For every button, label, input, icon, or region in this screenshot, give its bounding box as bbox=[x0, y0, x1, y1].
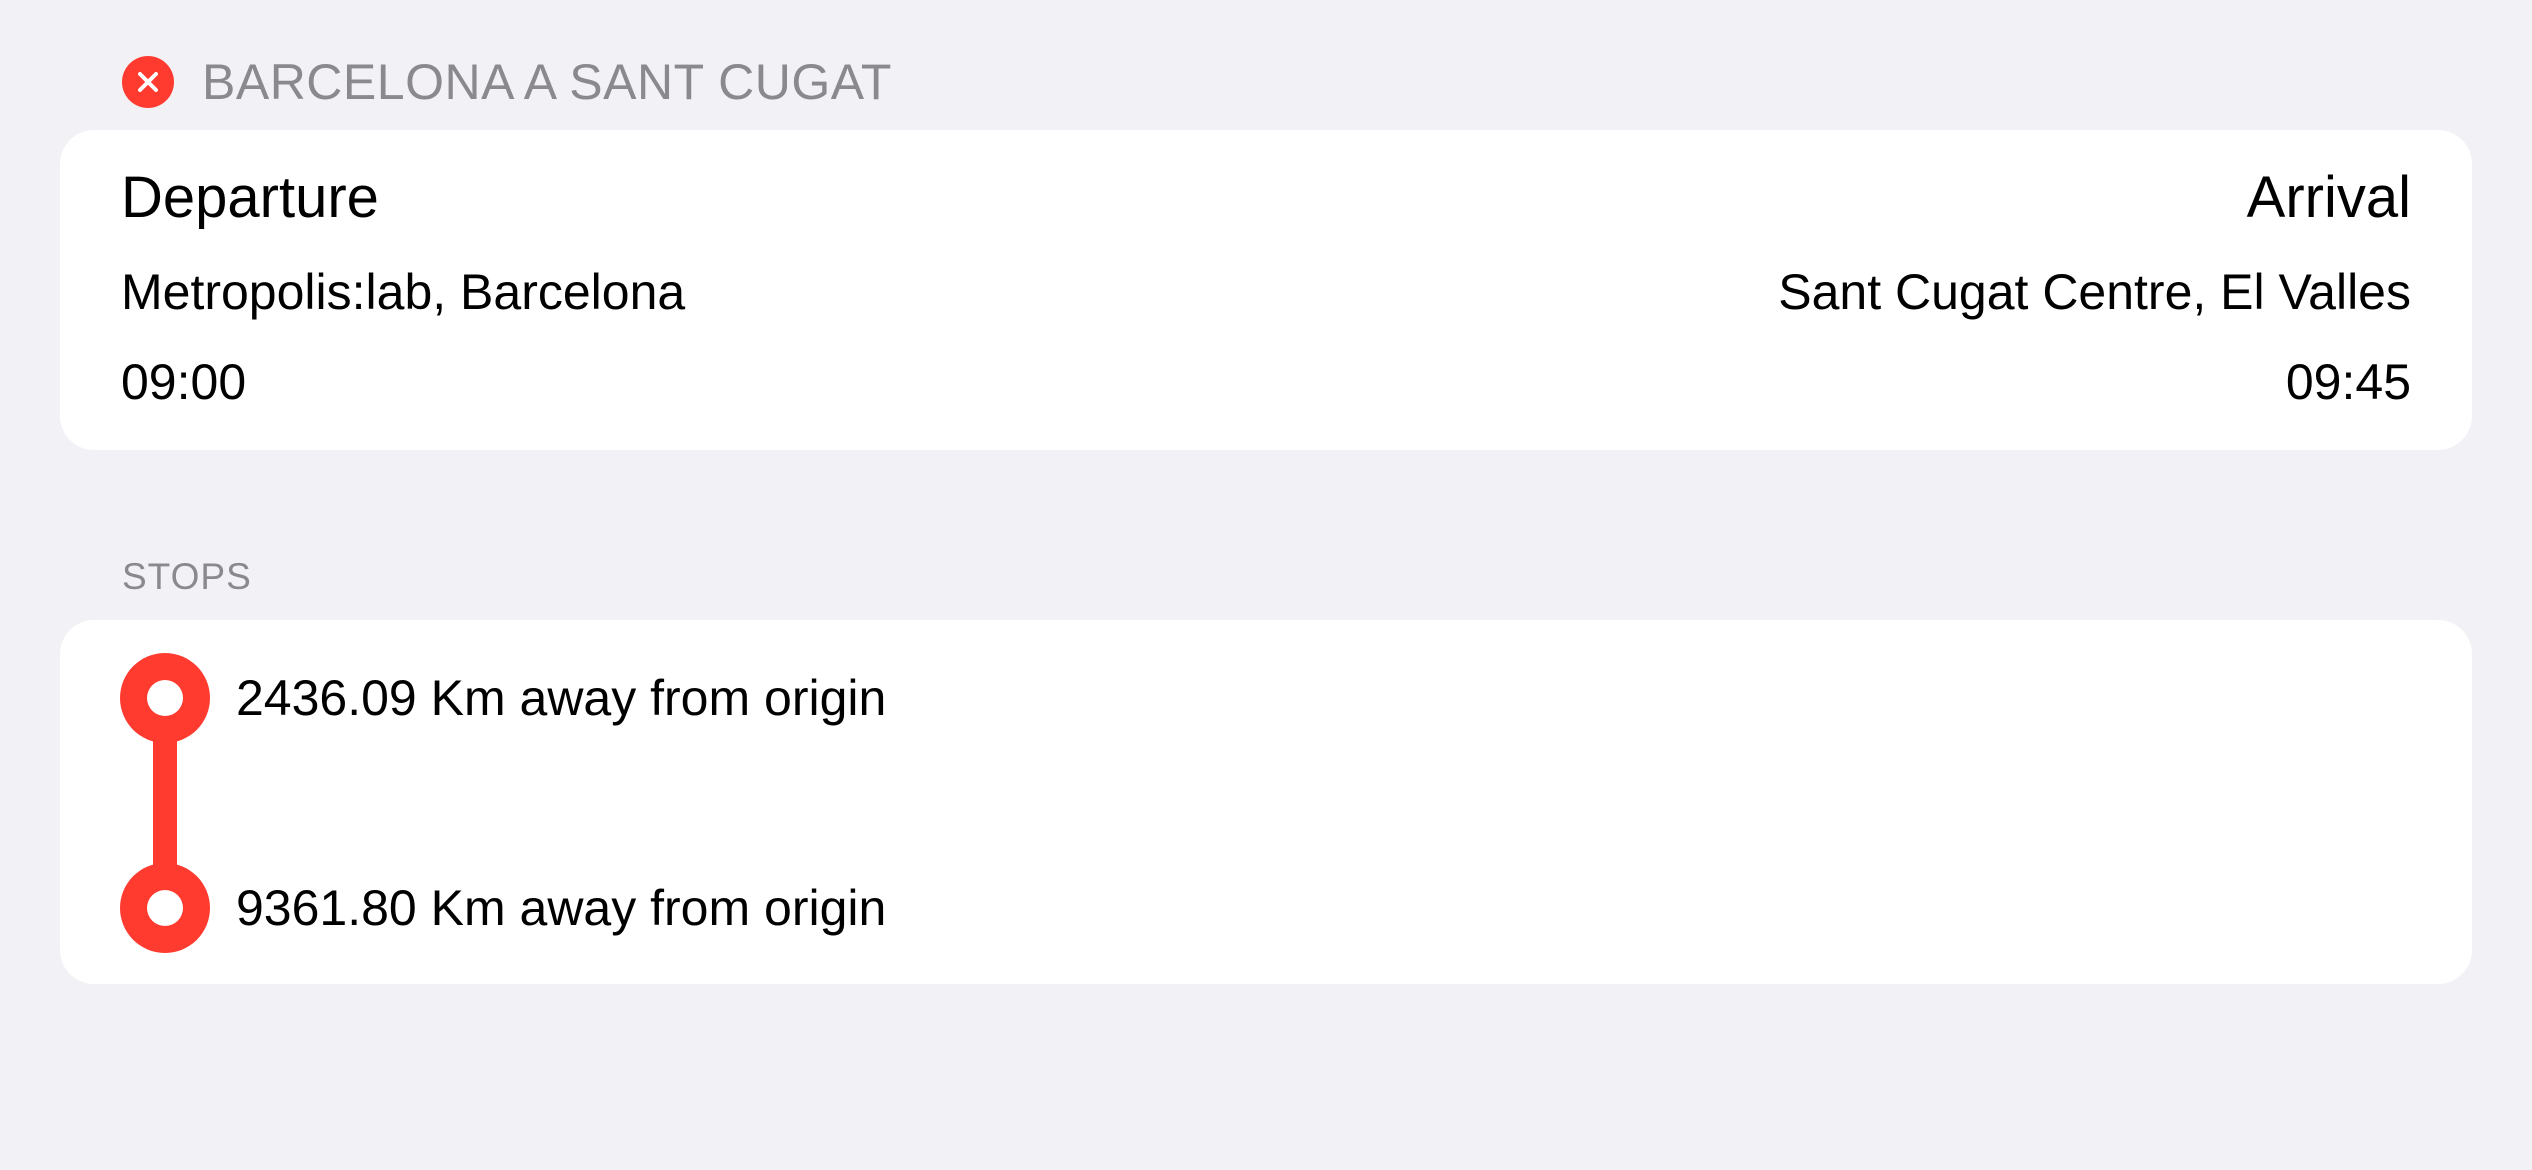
stop-label: 9361.80 Km away from origin bbox=[236, 880, 887, 936]
trip-time-row: 09:00 09:45 bbox=[121, 352, 2411, 412]
departure-time: 09:00 bbox=[121, 354, 247, 410]
departure-label: Departure bbox=[121, 164, 379, 230]
trip-place-row: Metropolis:lab, Barcelona Sant Cugat Cen… bbox=[121, 262, 2411, 322]
trip-heading-row: Departure Arrival bbox=[121, 162, 2411, 232]
close-button[interactable] bbox=[122, 56, 174, 108]
arrival-place: Sant Cugat Centre, El Valles bbox=[1778, 264, 2411, 320]
departure-place: Metropolis:lab, Barcelona bbox=[121, 264, 686, 320]
stop-item[interactable]: 9361.80 Km away from origin bbox=[120, 863, 886, 953]
page-title: BARCELONA A SANT CUGAT bbox=[202, 54, 892, 110]
stop-item[interactable]: 2436.09 Km away from origin bbox=[120, 653, 886, 743]
arrival-time: 09:45 bbox=[2285, 354, 2411, 410]
stop-marker-icon bbox=[120, 653, 210, 743]
stop-label: 2436.09 Km away from origin bbox=[236, 670, 887, 726]
arrival-label: Arrival bbox=[2246, 164, 2411, 230]
header: BARCELONA A SANT CUGAT bbox=[122, 54, 892, 110]
trip-card: Departure Arrival Metropolis:lab, Barcel… bbox=[60, 130, 2472, 450]
close-icon bbox=[138, 72, 158, 92]
stops-card: 2436.09 Km away from origin 9361.80 Km a… bbox=[60, 620, 2472, 984]
stops-section-label: STOPS bbox=[122, 556, 252, 597]
stop-marker-icon bbox=[120, 863, 210, 953]
route-connector-line bbox=[153, 740, 177, 866]
